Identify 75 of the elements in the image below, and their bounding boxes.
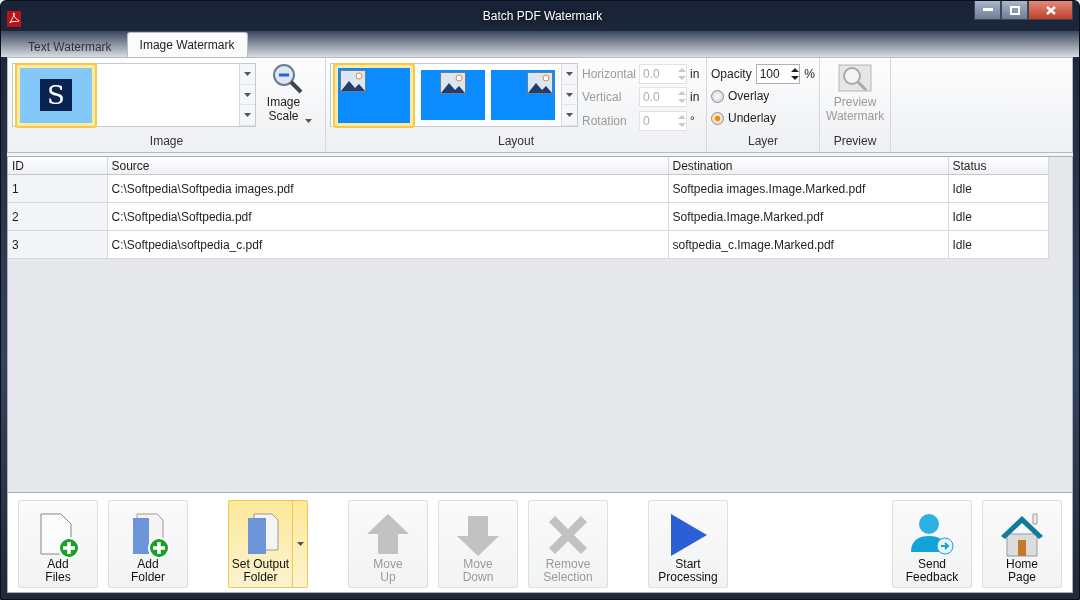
- group-label: Preview: [833, 133, 877, 150]
- pdf-icon: [7, 11, 21, 27]
- spin-arrows-icon[interactable]: [791, 67, 800, 81]
- person-icon: [909, 512, 955, 558]
- toolbar-button[interactable]: Start Processing: [648, 500, 728, 588]
- group-label: Layer: [748, 133, 778, 150]
- toolbar-button[interactable]: Add Files: [18, 500, 98, 588]
- close-icon: [1045, 5, 1056, 15]
- table-cell: Idle: [948, 174, 1048, 203]
- caret-icon: [304, 119, 312, 123]
- field-label: Opacity: [711, 67, 752, 81]
- group-label: Image: [149, 133, 184, 150]
- field-label: Horizontal: [582, 66, 637, 81]
- house-icon: [999, 512, 1045, 558]
- gallery-item[interactable]: S: [15, 62, 97, 128]
- table-cell: C:\Softpedia\Softpedia images.pdf: [107, 174, 668, 203]
- preview-icon: [838, 63, 873, 95]
- toolbar-button[interactable]: Home Page: [982, 500, 1062, 588]
- table-cell: Softpedia.Image.Marked.pdf: [668, 202, 948, 231]
- radio-button[interactable]: [711, 111, 724, 125]
- table-cell: C:\Softpedia\Softpedia.pdf: [107, 202, 668, 231]
- image-icon: [440, 72, 466, 94]
- unit-label: in: [690, 90, 701, 105]
- maximize-button[interactable]: [1001, 1, 1028, 20]
- group-label: Layout: [498, 133, 534, 150]
- table-cell: 3: [8, 230, 107, 259]
- table-cell: 1: [8, 174, 107, 203]
- radio-button[interactable]: [711, 89, 724, 103]
- close-button[interactable]: [1028, 1, 1073, 20]
- image-scale-button[interactable]: Image Scale: [260, 63, 316, 132]
- gallery-item[interactable]: [333, 62, 415, 128]
- maximize-icon: [1009, 5, 1020, 15]
- column-header[interactable]: ID: [8, 157, 107, 175]
- logo: S: [40, 79, 72, 111]
- gallery-item[interactable]: [421, 70, 485, 120]
- table-cell: Softpedia images.Image.Marked.pdf: [668, 174, 948, 203]
- unit-label: °: [690, 114, 696, 129]
- gallery-item[interactable]: [491, 70, 555, 120]
- table-cell: 2: [8, 202, 107, 231]
- image-icon: [340, 69, 366, 92]
- radio-label: Underlay: [728, 111, 777, 125]
- table-cell: Idle: [948, 202, 1048, 231]
- expand-button[interactable]: [562, 105, 577, 126]
- down-icon: [566, 92, 573, 97]
- field-label: Rotation: [582, 114, 628, 129]
- scroll-up-button[interactable]: [562, 64, 577, 85]
- radio-label: Overlay: [728, 89, 770, 103]
- toolbar-button[interactable]: Set Output Folder: [228, 500, 308, 588]
- magnifier-icon: [272, 63, 304, 95]
- scroll-up-button[interactable]: [240, 64, 255, 85]
- image-icon: [527, 72, 553, 94]
- scroll-down-button[interactable]: [562, 84, 577, 106]
- expand-button[interactable]: [240, 105, 255, 126]
- unit-label: in: [690, 66, 701, 81]
- table-cell: softpedia_c.Image.Marked.pdf: [668, 230, 948, 259]
- column-header[interactable]: Source: [107, 157, 668, 175]
- spin-field[interactable]: 100: [755, 64, 801, 84]
- down-icon: [244, 92, 251, 97]
- toolbar-button[interactable]: Add Folder: [108, 500, 188, 588]
- table-cell: C:\Softpedia\softpedia_c.pdf: [107, 230, 668, 259]
- tab[interactable]: Image Watermark: [126, 32, 248, 57]
- toolbar-button[interactable]: Send Feedback: [892, 500, 972, 588]
- tab[interactable]: Text Watermark: [15, 35, 125, 57]
- more-icon: [566, 113, 573, 118]
- window-title: Batch PDF Watermark: [481, 9, 604, 23]
- caret-icon: [296, 542, 304, 546]
- column-header[interactable]: Status: [948, 157, 1048, 175]
- minimize-icon: [982, 8, 993, 12]
- table-cell: Idle: [948, 230, 1048, 259]
- minimize-button[interactable]: [974, 1, 1001, 20]
- more-icon: [244, 113, 251, 118]
- unit-label: %: [804, 67, 815, 81]
- field-label: Vertical: [582, 90, 623, 105]
- scroll-down-button[interactable]: [240, 84, 255, 106]
- column-header[interactable]: Destination: [668, 157, 948, 175]
